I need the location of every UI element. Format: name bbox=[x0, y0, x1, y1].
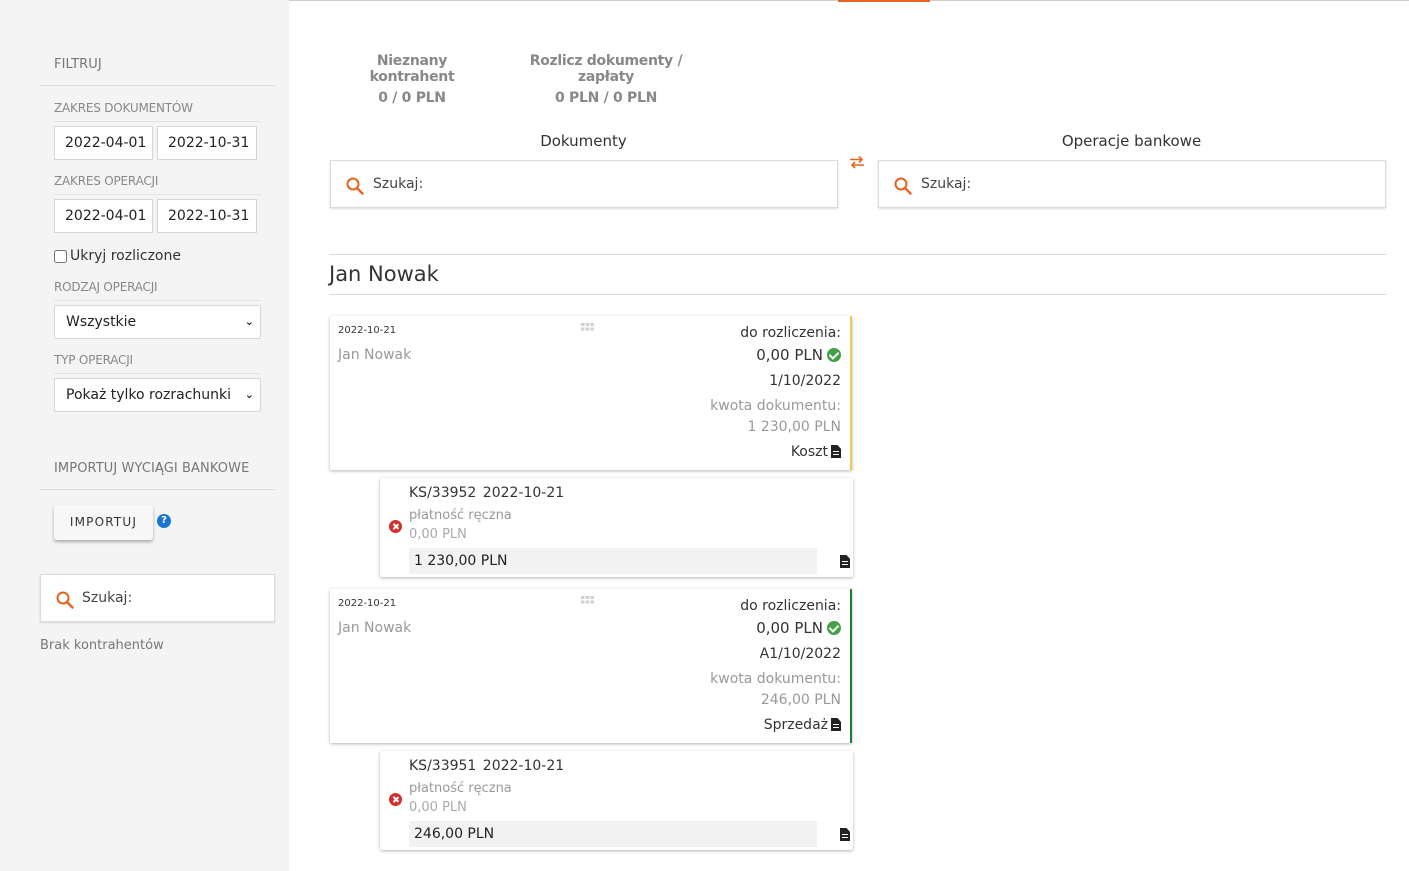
document-number: 1/10/2022 bbox=[769, 373, 841, 389]
search-placeholder: Szukaj: bbox=[373, 176, 424, 192]
help-icon[interactable]: ? bbox=[157, 514, 171, 528]
payment-number: KS/33951 bbox=[409, 758, 477, 774]
divider bbox=[329, 254, 1386, 255]
document-date: 2022-10-21 bbox=[338, 325, 397, 336]
settle-value: 0 PLN / 0 PLN bbox=[555, 90, 657, 106]
document-card[interactable]: 2022-10-21 Jan Nowak do rozliczenia: 0,0… bbox=[330, 589, 852, 743]
settle-stat: Rozlicz dokumenty / zapłaty 0 PLN / 0 PL… bbox=[510, 53, 702, 106]
search-icon bbox=[346, 177, 364, 195]
document-kind-row: Sprzedaż bbox=[764, 717, 841, 733]
doc-range-label: ZAKRES DOKUMENTÓW bbox=[54, 101, 193, 115]
doc-range-to-input[interactable]: 2022-10-31 bbox=[157, 126, 257, 160]
to-settle-label: do rozliczenia: bbox=[740, 325, 841, 341]
no-contractors-text: Brak kontrahentów bbox=[40, 638, 164, 653]
bank-search-input[interactable]: Szukaj: bbox=[878, 160, 1386, 208]
filter-title: FILTRUJ bbox=[54, 57, 102, 72]
document-contractor: Jan Nowak bbox=[338, 620, 412, 636]
chevron-down-icon: ⌄ bbox=[244, 388, 254, 401]
check-circle-icon bbox=[827, 348, 841, 362]
error-icon[interactable] bbox=[389, 520, 402, 533]
contractor-search-input[interactable]: Szukaj: bbox=[40, 574, 275, 622]
amount-value: 1 230,00 PLN bbox=[747, 419, 841, 435]
payment-number: KS/33952 bbox=[409, 485, 477, 501]
document-kind: Sprzedaż bbox=[763, 717, 828, 733]
amount-label: kwota dokumentu: bbox=[710, 398, 841, 414]
op-range-to-input[interactable]: 2022-10-31 bbox=[157, 199, 257, 233]
divider bbox=[54, 300, 261, 301]
sidebar: FILTRUJ ZAKRES DOKUMENTÓW 2022-04-01 202… bbox=[0, 0, 289, 871]
swap-icon[interactable] bbox=[849, 155, 865, 169]
document-number: A1/10/2022 bbox=[759, 646, 841, 662]
documents-title: Dokumenty bbox=[540, 132, 627, 150]
payment-date: 2022-10-21 bbox=[482, 485, 565, 501]
drag-handle-icon[interactable] bbox=[581, 323, 594, 331]
import-title: IMPORTUJ WYCIĄGI BANKOWE bbox=[54, 461, 250, 476]
payment-card[interactable]: KS/33951 2022-10-21 płatność ręczna 0,00… bbox=[380, 751, 853, 850]
document-kind-row: Koszt bbox=[791, 444, 841, 460]
op-range-label: ZAKRES OPERACJI bbox=[54, 174, 159, 188]
chevron-down-icon: ⌄ bbox=[244, 315, 254, 328]
search-icon bbox=[56, 591, 74, 609]
document-kind: Koszt bbox=[790, 444, 828, 460]
hide-settled-label: Ukryj rozliczone bbox=[70, 248, 181, 264]
documents-search-input[interactable]: Szukaj: bbox=[330, 160, 838, 208]
status-bar bbox=[850, 316, 852, 470]
file-icon[interactable] bbox=[840, 828, 850, 841]
payment-date: 2022-10-21 bbox=[482, 758, 565, 774]
unknown-contractor-value: 0 / 0 PLN bbox=[378, 90, 446, 106]
drag-handle-icon[interactable] bbox=[581, 596, 594, 604]
divider bbox=[54, 194, 261, 195]
search-placeholder: Szukaj: bbox=[82, 590, 133, 606]
bank-operations-title: Operacje bankowe bbox=[1061, 132, 1202, 150]
op-type-value: Pokaż tylko rozrachunki bbox=[66, 387, 232, 403]
payment-settled-amount: 0,00 PLN bbox=[409, 527, 467, 542]
op-kind-label: RODZAJ OPERACJI bbox=[54, 280, 158, 294]
divider bbox=[54, 121, 261, 122]
status-bar bbox=[850, 589, 852, 743]
amount-value: 246,00 PLN bbox=[760, 692, 841, 708]
op-range-from-input[interactable]: 2022-04-01 bbox=[54, 199, 153, 233]
file-icon[interactable] bbox=[840, 555, 850, 568]
op-type-label: TYP OPERACJI bbox=[54, 353, 133, 367]
check-circle-icon bbox=[827, 621, 841, 635]
divider bbox=[54, 373, 261, 374]
payment-amount: 1 230,00 PLN bbox=[409, 548, 817, 574]
to-settle-row: 0,00 PLN bbox=[756, 619, 841, 637]
payment-card[interactable]: KS/33952 2022-10-21 płatność ręczna 0,00… bbox=[380, 478, 853, 577]
settle-label: Rozlicz dokumenty / zapłaty bbox=[529, 53, 683, 85]
document-card[interactable]: 2022-10-21 Jan Nowak do rozliczenia: 0,0… bbox=[330, 316, 852, 470]
to-settle-value: 0,00 PLN bbox=[756, 346, 823, 364]
payment-settled-amount: 0,00 PLN bbox=[409, 800, 467, 815]
amount-label: kwota dokumentu: bbox=[710, 671, 841, 687]
divider bbox=[40, 489, 275, 490]
payment-type: płatność ręczna bbox=[409, 508, 512, 523]
unknown-contractor-stat: Nieznany kontrahent 0 / 0 PLN bbox=[340, 53, 484, 106]
payment-type: płatność ręczna bbox=[409, 781, 512, 796]
unknown-contractor-label: Nieznany kontrahent bbox=[369, 53, 455, 85]
op-kind-value: Wszystkie bbox=[66, 314, 137, 330]
search-icon bbox=[894, 177, 912, 195]
file-icon[interactable] bbox=[831, 445, 841, 458]
hide-settled-checkbox[interactable] bbox=[54, 249, 67, 263]
to-settle-row: 0,00 PLN bbox=[756, 346, 841, 364]
op-type-select[interactable]: Pokaż tylko rozrachunki ⌄ bbox=[54, 378, 261, 412]
payment-header: KS/33951 2022-10-21 bbox=[409, 758, 564, 774]
active-tab-indicator bbox=[838, 0, 930, 2]
divider bbox=[329, 294, 1386, 295]
search-placeholder: Szukaj: bbox=[921, 176, 972, 192]
doc-range-from-input[interactable]: 2022-04-01 bbox=[54, 126, 153, 160]
contractor-name: Jan Nowak bbox=[329, 262, 439, 286]
error-icon[interactable] bbox=[389, 793, 402, 806]
divider bbox=[40, 85, 275, 86]
hide-settled-row[interactable]: Ukryj rozliczone bbox=[54, 248, 181, 264]
to-settle-value: 0,00 PLN bbox=[756, 619, 823, 637]
file-icon[interactable] bbox=[831, 718, 841, 731]
op-kind-select[interactable]: Wszystkie ⌄ bbox=[54, 305, 261, 339]
import-button[interactable]: IMPORTUJ bbox=[54, 505, 153, 540]
document-contractor: Jan Nowak bbox=[338, 347, 412, 363]
to-settle-label: do rozliczenia: bbox=[740, 598, 841, 614]
payment-amount: 246,00 PLN bbox=[409, 821, 817, 847]
document-date: 2022-10-21 bbox=[338, 598, 397, 609]
payment-header: KS/33952 2022-10-21 bbox=[409, 485, 564, 501]
